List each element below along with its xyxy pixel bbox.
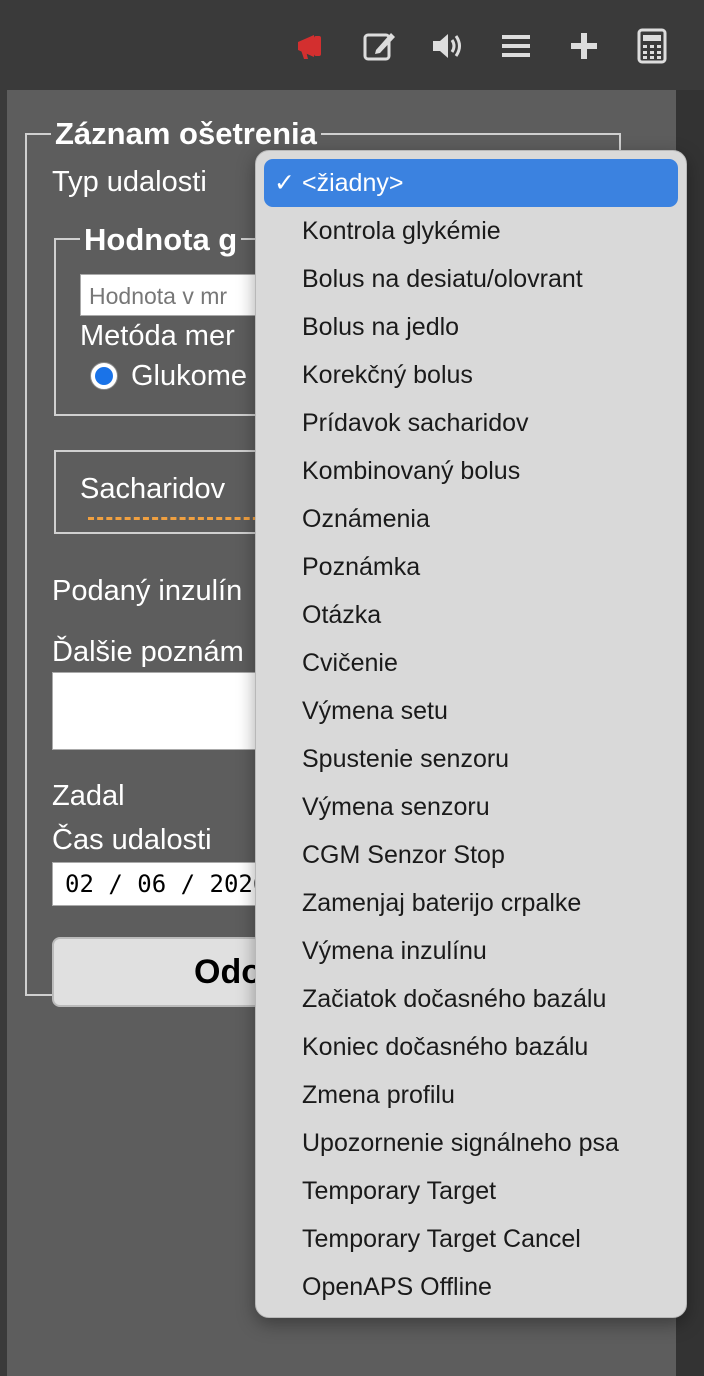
calculator-icon[interactable] [632,26,672,66]
dropdown-option[interactable]: Bolus na desiatu/olovrant [264,255,678,303]
dropdown-option[interactable]: Výmena senzoru [264,783,678,831]
option-label: Otázka [302,601,382,629]
option-label: CGM Senzor Stop [302,841,505,869]
volume-icon[interactable] [428,26,468,66]
dropdown-option[interactable]: Výmena setu [264,687,678,735]
highlight-arrow-line [88,517,268,520]
option-label: <žiadny> [302,169,404,197]
option-label: Upozornenie signálneho psa [302,1129,619,1157]
dropdown-option[interactable]: Poznámka [264,543,678,591]
dropdown-option[interactable]: Zmena profilu [264,1071,678,1119]
event-type-label: Typ udalosti [52,166,207,198]
method-label: Metóda mer [80,320,235,352]
option-label: Kontrola glykémie [302,217,501,245]
option-label: Kombinovaný bolus [302,457,521,485]
glucose-legend: Hodnota g [80,222,242,258]
dropdown-option[interactable]: Začiatok dočasného bazálu [264,975,678,1023]
dropdown-option[interactable]: Upozornenie signálneho psa [264,1119,678,1167]
insulin-label: Podaný inzulín [52,575,243,607]
dropdown-option[interactable]: Temporary Target [264,1167,678,1215]
option-label: Zamenjaj baterijo crpalke [302,889,582,917]
dropdown-option[interactable]: Prídavok sacharidov [264,399,678,447]
option-label: Výmena inzulínu [302,937,487,965]
date-input[interactable]: 02 / 06 / 2026 [52,862,262,906]
edit-icon[interactable] [360,26,400,66]
dropdown-option-selected[interactable]: ✓ <žiadny> [264,159,678,207]
dropdown-option[interactable]: Otázka [264,591,678,639]
option-label: Cvičenie [302,649,398,677]
notes-label: Ďalšie poznám [52,636,244,668]
dropdown-option[interactable]: OpenAPS Offline [264,1263,678,1311]
option-label: Zmena profilu [302,1081,455,1109]
event-time-label: Čas udalosti [52,824,212,856]
dropdown-option[interactable]: Zamenjaj baterijo crpalke [264,879,678,927]
carbs-label: Sacharidov [80,473,226,505]
dropdown-option[interactable]: Výmena inzulínu [264,927,678,975]
option-label: Oznámenia [302,505,430,533]
top-toolbar [0,0,704,90]
dropdown-option[interactable]: Kombinovaný bolus [264,447,678,495]
dropdown-option[interactable]: CGM Senzor Stop [264,831,678,879]
megaphone-icon[interactable] [292,26,332,66]
option-label: Korekčný bolus [302,361,473,389]
left-edge [0,90,7,1376]
dropdown-option[interactable]: Korekčný bolus [264,351,678,399]
menu-icon[interactable] [496,26,536,66]
dropdown-option[interactable]: Spustenie senzoru [264,735,678,783]
option-label: Prídavok sacharidov [302,409,529,437]
dropdown-options: ✓ <žiadny> Kontrola glykémie Bolus na desia… [256,151,686,1311]
option-label: OpenAPS Offline [302,1273,492,1301]
glucometer-label: Glukome [131,360,248,392]
dropdown-option[interactable]: Koniec dočasného bazálu [264,1023,678,1071]
option-label: Poznámka [302,553,421,581]
dropdown-option[interactable]: Cvičenie [264,639,678,687]
option-label: Bolus na desiatu/olovrant [302,265,583,293]
option-label: Temporary Target [302,1177,497,1205]
dropdown-option[interactable]: Kontrola glykémie [264,207,678,255]
checkmark-icon: ✓ [274,169,295,197]
glucometer-radio[interactable] [90,362,118,390]
plus-icon[interactable] [564,26,604,66]
option-label: Koniec dočasného bazálu [302,1033,589,1061]
notes-textarea[interactable] [52,672,262,750]
option-label: Spustenie senzoru [302,745,510,773]
form-title: Záznam ošetrenia [55,116,317,151]
submit-button[interactable]: Odo [52,937,262,1007]
option-label: Výmena setu [302,697,448,725]
dropdown-option[interactable]: Oznámenia [264,495,678,543]
option-label: Výmena senzoru [302,793,490,821]
entered-by-label: Zadal [52,780,125,812]
event-type-dropdown[interactable]: ✓ <žiadny> Kontrola glykémie Bolus na desia… [255,150,687,1318]
dropdown-option[interactable]: Temporary Target Cancel [264,1215,678,1263]
option-label: Temporary Target Cancel [302,1225,581,1253]
dropdown-option[interactable]: Bolus na jedlo [264,303,678,351]
option-label: Bolus na jedlo [302,313,460,341]
option-label: Začiatok dočasného bazálu [302,985,607,1013]
